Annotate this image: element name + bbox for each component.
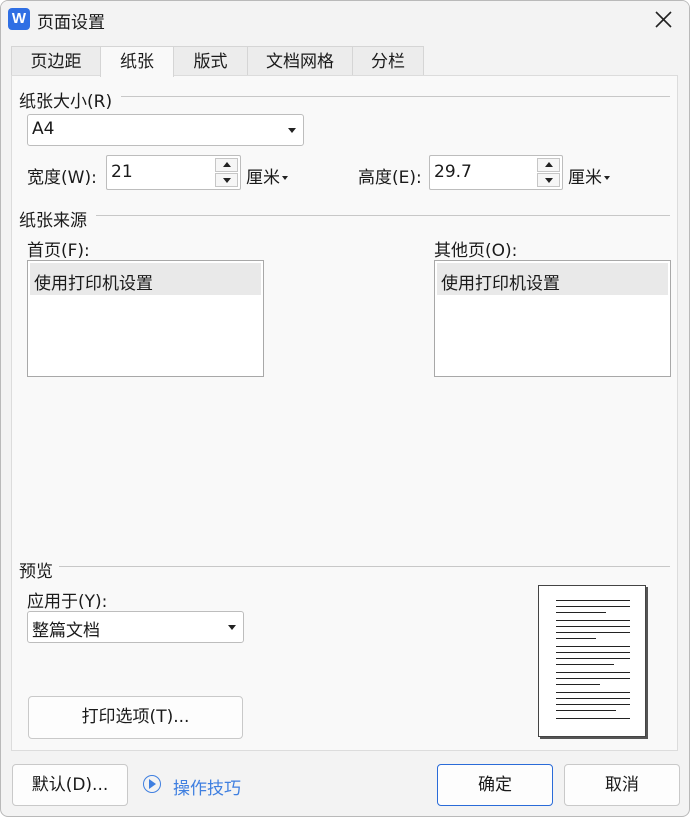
arrow-up-icon xyxy=(545,162,553,167)
preview-text-line xyxy=(556,710,616,711)
tab-columns[interactable]: 分栏 xyxy=(352,46,424,76)
cancel-button[interactable]: 取消 xyxy=(564,764,680,806)
paper-size-group-title: 纸张大小(R) xyxy=(19,92,113,112)
play-circle-icon xyxy=(143,775,161,793)
width-unit-dropdown[interactable]: 厘米 xyxy=(246,163,288,188)
page-preview xyxy=(538,585,646,737)
preview-text-line xyxy=(556,658,630,659)
width-label: 宽度(W): xyxy=(27,168,97,188)
height-decrement-button[interactable] xyxy=(537,173,560,187)
height-increment-button[interactable] xyxy=(537,158,560,172)
group-divider xyxy=(121,96,670,97)
preview-text-line xyxy=(556,692,630,693)
arrow-down-icon xyxy=(545,178,553,183)
close-icon xyxy=(655,11,672,28)
preview-text-line xyxy=(556,626,630,627)
other-pages-label: 其他页(O): xyxy=(434,241,518,261)
ok-button[interactable]: 确定 xyxy=(437,764,553,806)
tab-margins[interactable]: 页边距 xyxy=(11,46,101,76)
tab-document-grid[interactable]: 文档网格 xyxy=(247,46,353,76)
preview-text-line xyxy=(556,612,606,613)
group-divider xyxy=(96,215,670,216)
default-button[interactable]: 默认(D)... xyxy=(12,764,128,806)
width-increment-button[interactable] xyxy=(215,158,238,172)
arrow-up-icon xyxy=(223,162,231,167)
width-unit-label: 厘米 xyxy=(246,168,280,188)
list-item[interactable]: 使用打印机设置 xyxy=(437,263,668,295)
paper-size-select[interactable]: A4 xyxy=(27,114,304,146)
height-value: 29.7 xyxy=(434,162,472,182)
list-item[interactable]: 使用打印机设置 xyxy=(30,263,261,295)
preview-text-line xyxy=(556,646,630,647)
preview-text-line xyxy=(556,718,630,719)
apply-to-label: 应用于(Y): xyxy=(27,592,108,612)
height-spinbox[interactable]: 29.7 xyxy=(429,155,563,190)
height-unit-dropdown[interactable]: 厘米 xyxy=(568,163,610,188)
tab-layout[interactable]: 版式 xyxy=(173,46,248,76)
height-unit-label: 厘米 xyxy=(568,168,602,188)
other-pages-tray-list[interactable]: 使用打印机设置 xyxy=(434,260,671,377)
list-item-label: 使用打印机设置 xyxy=(34,274,153,294)
preview-text-line xyxy=(556,672,630,673)
preview-text-line xyxy=(556,600,630,601)
width-spinbox[interactable]: 21 xyxy=(106,155,241,190)
preview-text-line xyxy=(556,704,630,705)
arrow-down-icon xyxy=(223,178,231,183)
list-item-label: 使用打印机设置 xyxy=(441,274,560,294)
preview-text-line xyxy=(556,632,630,633)
caret-down-icon xyxy=(604,176,610,180)
caret-down-icon xyxy=(282,176,288,180)
preview-text-line xyxy=(556,620,630,621)
first-page-label: 首页(F): xyxy=(27,241,90,261)
preview-text-line xyxy=(556,698,630,699)
paper-size-value: A4 xyxy=(32,119,55,139)
apply-to-select[interactable]: 整篇文档 xyxy=(27,611,244,643)
preview-text-line xyxy=(556,678,630,679)
apply-to-value: 整篇文档 xyxy=(32,621,100,641)
dialog-title: 页面设置 xyxy=(37,13,105,33)
wps-writer-icon: W xyxy=(8,8,30,30)
title-bar: W 页面设置 xyxy=(1,1,689,39)
width-decrement-button[interactable] xyxy=(215,173,238,187)
chevron-down-icon xyxy=(288,128,296,133)
preview-text-line xyxy=(556,684,600,685)
group-divider xyxy=(59,566,670,567)
page-setup-dialog: W 页面设置 页边距 纸张 版式 文档网格 分栏 纸张大小(R) A4 宽度(W… xyxy=(0,0,690,817)
height-label: 高度(E): xyxy=(358,168,422,188)
preview-text-line xyxy=(556,652,630,653)
preview-text-line xyxy=(556,638,596,639)
print-options-button[interactable]: 打印选项(T)... xyxy=(28,696,243,739)
preview-text-line xyxy=(556,606,630,607)
preview-text-line xyxy=(556,664,614,665)
chevron-down-icon xyxy=(228,625,236,630)
width-value: 21 xyxy=(111,162,133,182)
paper-source-group-title: 纸张来源 xyxy=(19,211,87,231)
close-button[interactable] xyxy=(645,3,681,35)
first-page-tray-list[interactable]: 使用打印机设置 xyxy=(27,260,264,377)
tips-label: 操作技巧 xyxy=(173,779,241,799)
preview-group-title: 预览 xyxy=(19,562,53,582)
tab-paper[interactable]: 纸张 xyxy=(100,46,174,77)
